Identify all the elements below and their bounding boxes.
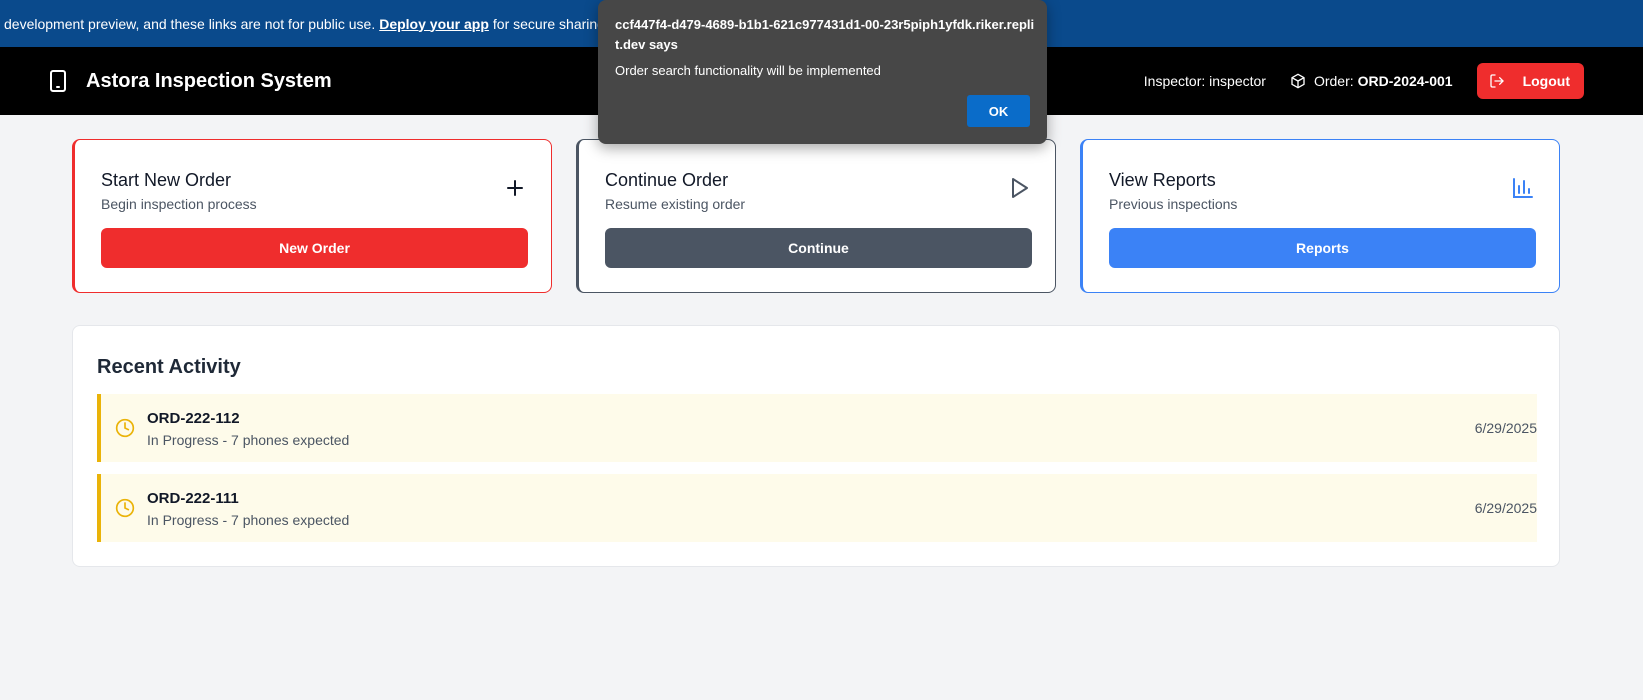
card-subtitle: Previous inspections	[1109, 196, 1238, 212]
dialog-ok-button[interactable]: OK	[967, 95, 1030, 127]
smartphone-icon	[50, 70, 66, 92]
dialog-message: Order search functionality will be imple…	[615, 63, 881, 78]
activity-date: 6/29/2025	[1474, 500, 1537, 516]
view-reports-card: View Reports Previous inspections Report…	[1080, 139, 1560, 293]
alert-dialog: ccf447f4-d479-4689-b1b1-621c977431d1-00-…	[598, 0, 1047, 144]
recent-activity-panel: Recent Activity ORD-222-112 In Progress …	[72, 325, 1560, 567]
logout-icon	[1489, 74, 1504, 88]
clock-icon	[115, 498, 135, 518]
reports-button[interactable]: Reports	[1109, 228, 1536, 268]
continue-order-card: Continue Order Resume existing order Con…	[576, 139, 1056, 293]
app-title: Astora Inspection System	[86, 69, 332, 92]
dialog-title: ccf447f4-d479-4689-b1b1-621c977431d1-00-…	[615, 17, 1035, 52]
package-icon	[1291, 73, 1305, 89]
nav-right: Inspector: inspector Order: ORD-2024-001…	[1144, 47, 1584, 115]
bar-chart-icon	[1513, 178, 1533, 198]
card-title: View Reports	[1109, 170, 1216, 190]
logout-button[interactable]: Logout	[1476, 63, 1584, 99]
start-new-order-card: Start New Order Begin inspection process…	[72, 139, 552, 293]
deploy-app-link[interactable]: Deploy your app	[379, 16, 489, 32]
activity-date: 6/29/2025	[1474, 420, 1537, 436]
brand: Astora Inspection System	[50, 47, 332, 115]
inspector-label: Inspector: inspector	[1143, 73, 1266, 89]
current-order: Order: ORD-2024-001	[1290, 73, 1453, 89]
new-order-button[interactable]: New Order	[101, 228, 528, 268]
clock-icon	[115, 418, 135, 438]
order-number: ORD-2024-001	[1357, 73, 1453, 89]
recent-activity-title: Recent Activity	[97, 356, 241, 378]
activity-item[interactable]: ORD-222-111 In Progress - 7 phones expec…	[97, 474, 1537, 542]
activity-item[interactable]: ORD-222-112 In Progress - 7 phones expec…	[97, 394, 1537, 462]
activity-status: In Progress - 7 phones expected	[147, 432, 350, 448]
plus-icon	[507, 180, 523, 196]
continue-button[interactable]: Continue	[605, 228, 1032, 268]
activity-order-id: ORD-222-112	[147, 410, 240, 427]
activity-status: In Progress - 7 phones expected	[147, 512, 350, 528]
card-title: Start New Order	[101, 170, 232, 190]
play-icon	[1012, 178, 1028, 198]
card-subtitle: Begin inspection process	[101, 196, 257, 212]
banner-text-after: for secure sharing	[492, 15, 605, 32]
card-title: Continue Order	[605, 170, 729, 190]
card-subtitle: Resume existing order	[605, 196, 746, 212]
logout-label: Logout	[1522, 73, 1570, 89]
banner-text: development preview, and these links are…	[4, 15, 376, 32]
order-label: Order:	[1313, 73, 1354, 89]
activity-order-id: ORD-222-111	[147, 490, 239, 507]
